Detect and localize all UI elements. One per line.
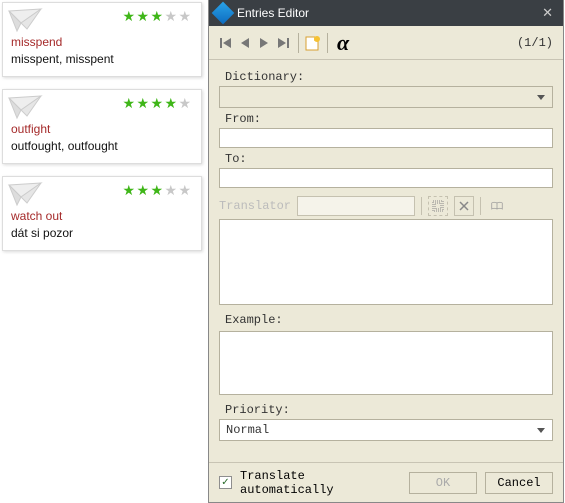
card-subtitle: misspent, misspent	[11, 52, 193, 66]
translator-label: Translator	[219, 199, 291, 213]
priority-combo[interactable]: Normal	[219, 419, 553, 441]
priority-label: Priority:	[225, 403, 553, 417]
vocab-card[interactable]: ★★★★★misspendmisspent, misspent	[2, 2, 202, 77]
example-label: Example:	[225, 313, 553, 327]
to-label: To:	[225, 152, 553, 166]
editor-body: Dictionary: From: To: Translator Example…	[209, 60, 563, 441]
star-icon: ★	[163, 183, 177, 197]
translate-auto-label: Translate automatically	[240, 469, 401, 497]
card-subtitle: dát si pozor	[11, 226, 193, 240]
from-input[interactable]	[219, 128, 553, 148]
paper-plane-icon	[7, 7, 43, 33]
app-icon	[212, 2, 235, 25]
priority-value: Normal	[226, 423, 269, 437]
star-icon: ★	[149, 183, 163, 197]
nav-next-button[interactable]	[255, 33, 273, 53]
star-icon: ★	[163, 96, 177, 110]
star-icon: ★	[135, 183, 149, 197]
nav-last-button[interactable]	[274, 33, 292, 53]
cards-column: ★★★★★misspendmisspent, misspent★★★★★outf…	[2, 2, 202, 263]
cancel-button[interactable]: Cancel	[485, 472, 553, 494]
entries-editor-window: Entries Editor ✕ α (1/1) Dictionary: Fro…	[208, 0, 564, 503]
translation-textarea[interactable]	[219, 219, 553, 305]
paper-plane-icon	[7, 181, 43, 207]
separator	[421, 197, 422, 215]
card-title: outfight	[11, 122, 193, 136]
vocab-card[interactable]: ★★★★★watch outdát si pozor	[2, 176, 202, 251]
card-title: misspend	[11, 35, 193, 49]
nav-prev-button[interactable]	[236, 33, 254, 53]
star-icon: ★	[177, 183, 191, 197]
nav-first-button[interactable]	[217, 33, 235, 53]
toolbar-separator	[327, 33, 328, 53]
footer: ✓ Translate automatically OK Cancel	[209, 462, 563, 502]
star-icon: ★	[135, 96, 149, 110]
star-icon: ★	[163, 9, 177, 23]
alpha-button[interactable]: α	[337, 30, 349, 56]
to-input[interactable]	[219, 168, 553, 188]
star-icon: ★	[135, 9, 149, 23]
star-icon: ★	[149, 96, 163, 110]
card-title: watch out	[11, 209, 193, 223]
paper-plane-icon	[7, 94, 43, 120]
translate-auto-checkbox[interactable]: ✓	[219, 476, 232, 489]
card-subtitle: outfought, outfought	[11, 139, 193, 153]
window-title: Entries Editor	[237, 6, 538, 20]
page-indicator: (1/1)	[517, 36, 553, 50]
star-icon: ★	[177, 96, 191, 110]
star-icon: ★	[177, 9, 191, 23]
from-label: From:	[225, 112, 553, 126]
delete-icon[interactable]	[454, 196, 474, 216]
close-icon[interactable]: ✕	[538, 5, 557, 21]
star-icon: ★	[149, 9, 163, 23]
star-icon: ★	[121, 96, 135, 110]
grid-icon[interactable]	[428, 196, 448, 216]
vocab-card[interactable]: ★★★★★outfightoutfought, outfought	[2, 89, 202, 164]
dictionary-label: Dictionary:	[225, 70, 553, 84]
ok-button[interactable]: OK	[409, 472, 477, 494]
translator-row: Translator	[219, 196, 553, 216]
star-icon: ★	[121, 9, 135, 23]
toolbar: α (1/1)	[209, 26, 563, 60]
titlebar: Entries Editor ✕	[209, 0, 563, 26]
example-textarea[interactable]	[219, 331, 553, 395]
separator	[480, 197, 481, 215]
star-icon: ★	[121, 183, 135, 197]
new-entry-button[interactable]	[304, 34, 322, 52]
book-icon[interactable]	[487, 196, 507, 216]
dictionary-combo[interactable]	[219, 86, 553, 108]
translator-input[interactable]	[297, 196, 415, 216]
toolbar-separator	[298, 33, 299, 53]
